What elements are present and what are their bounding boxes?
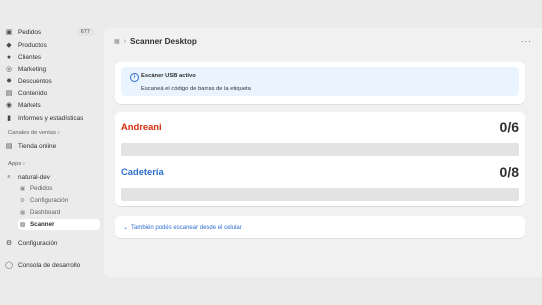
sidebar-item-label: Pedidos (18, 28, 42, 36)
sidebar-item-label: natural-dev (18, 173, 50, 181)
sidebar-item-productos[interactable]: ◆ Productos (4, 39, 98, 51)
sidebar-item-pedidos[interactable]: ▣ Pedidos 677 (4, 26, 98, 38)
sidebar-item-tienda-online[interactable]: ▤ Tienda online (4, 140, 98, 152)
carrier-name-andreani: Andreani (121, 121, 162, 132)
sidebar-item-marketing[interactable]: ◎ Marketing (4, 63, 98, 75)
carrier-count-andreani: 0/6 (499, 119, 519, 135)
progress-bar-cadeteria (121, 188, 519, 201)
chevron-right-icon: › (22, 161, 25, 167)
sidebar-item-consola[interactable]: ◯ Consola de desarrollo (4, 259, 98, 271)
chevron-right-icon: › (57, 130, 60, 136)
sidebar-item-informes[interactable]: ▮ Informes y estadísticas (4, 112, 98, 124)
person-icon: ● (6, 53, 12, 61)
progress-bar-andreani (121, 143, 519, 156)
sidebar-item-clientes[interactable]: ● Clientes (4, 51, 98, 63)
orders-count-badge: 677 (76, 28, 94, 36)
sidebar-item-label: Informes y estadísticas (18, 114, 84, 122)
sidebar-item-label: Markets (18, 101, 41, 109)
orders-icon: ▣ (20, 185, 26, 192)
more-actions-button[interactable]: ··· (521, 37, 532, 46)
apps-heading[interactable]: Apps › (8, 161, 25, 167)
console-icon: ◯ (5, 262, 13, 269)
gear-icon: ⚙ (5, 240, 13, 247)
sidebar-item-label: Configuración (18, 239, 58, 247)
carriers-card: Andreani 0/6 Cadetería 0/8 (115, 112, 525, 206)
sidebar-item-label: Contenido (18, 89, 48, 97)
sidebar-item-label: Clientes (18, 53, 42, 61)
gear-icon: ⚙ (20, 197, 25, 204)
info-icon: i (130, 73, 139, 82)
top-bar (0, 0, 542, 28)
sidebar-item-label: Productos (18, 41, 47, 49)
orders-icon: ▣ (5, 29, 13, 36)
mobile-scan-link-text: También podés escanear desde el celular (131, 224, 242, 231)
sidebar-subitem-label: Configuración (30, 197, 69, 204)
sidebar-item-configuracion[interactable]: ⚙ Configuración (4, 237, 98, 249)
globe-icon: ◉ (5, 102, 13, 109)
discount-icon: ✸ (6, 78, 12, 85)
sidebar-item-markets[interactable]: ◉ Markets (4, 99, 98, 111)
app-icon: ▦ (114, 39, 120, 45)
app-icon: ≡ (7, 174, 11, 180)
sidebar-item-natural-dev[interactable]: ≡ natural-dev (4, 171, 98, 183)
dashboard-icon: ▦ (20, 209, 26, 216)
banner-body: Escaneá el código de barras de la etique… (141, 86, 251, 92)
target-icon: ◎ (5, 66, 13, 73)
sidebar-item-label: Tienda online (18, 142, 57, 150)
sidebar-item-contenido[interactable]: ▤ Contenido (4, 87, 98, 99)
main-content: ▦ › Scanner Desktop ··· i Escáner USB ac… (104, 28, 542, 277)
chart-icon: ▮ (7, 115, 11, 122)
sidebar-subitem-label: Scanner (30, 221, 55, 228)
sidebar-subitem-label: Pedidos (30, 185, 53, 192)
sidebar-item-label: Consola de desarrollo (18, 261, 81, 269)
content-icon: ▤ (5, 90, 13, 97)
usb-scanner-banner: i Escáner USB activo Escaneá el código d… (121, 67, 519, 96)
banner-title: Escáner USB activo (141, 73, 196, 79)
sidebar-subitem-configuracion[interactable]: ⚙ Configuración (20, 195, 98, 206)
store-icon: ▤ (5, 143, 13, 150)
mobile-scan-toggle[interactable]: ⌄ También podés escanear desde el celula… (123, 224, 242, 232)
page-header: ▦ › Scanner Desktop (114, 37, 197, 46)
sidebar: ▣ Pedidos 677 ◆ Productos ● Clientes ◎ M… (0, 28, 104, 305)
chevron-right-icon: › (123, 38, 127, 45)
sidebar-subitem-scanner[interactable]: ▨ Scanner (18, 219, 100, 230)
scanner-status-card: i Escáner USB activo Escaneá el código d… (115, 62, 525, 104)
sidebar-subitem-dashboard[interactable]: ▦ Dashboard (20, 207, 98, 218)
sidebar-item-label: Descuentos (18, 77, 52, 85)
sidebar-item-descuentos[interactable]: ✸ Descuentos (4, 75, 98, 87)
mobile-scan-card: ⌄ También podés escanear desde el celula… (115, 216, 525, 238)
tag-icon: ◆ (6, 42, 12, 49)
carrier-count-cadeteria: 0/8 (499, 164, 519, 180)
chevron-down-icon: ⌄ (123, 225, 129, 231)
scanner-icon: ▨ (20, 221, 26, 228)
sidebar-subitem-label: Dashboard (30, 209, 61, 216)
sales-channels-heading[interactable]: Canales de ventas › (8, 130, 60, 136)
sidebar-subitem-pedidos[interactable]: ▣ Pedidos (20, 183, 98, 194)
carrier-name-cadeteria: Cadetería (121, 166, 164, 177)
page-title: Scanner Desktop (130, 37, 197, 46)
sidebar-item-label: Marketing (18, 65, 47, 73)
